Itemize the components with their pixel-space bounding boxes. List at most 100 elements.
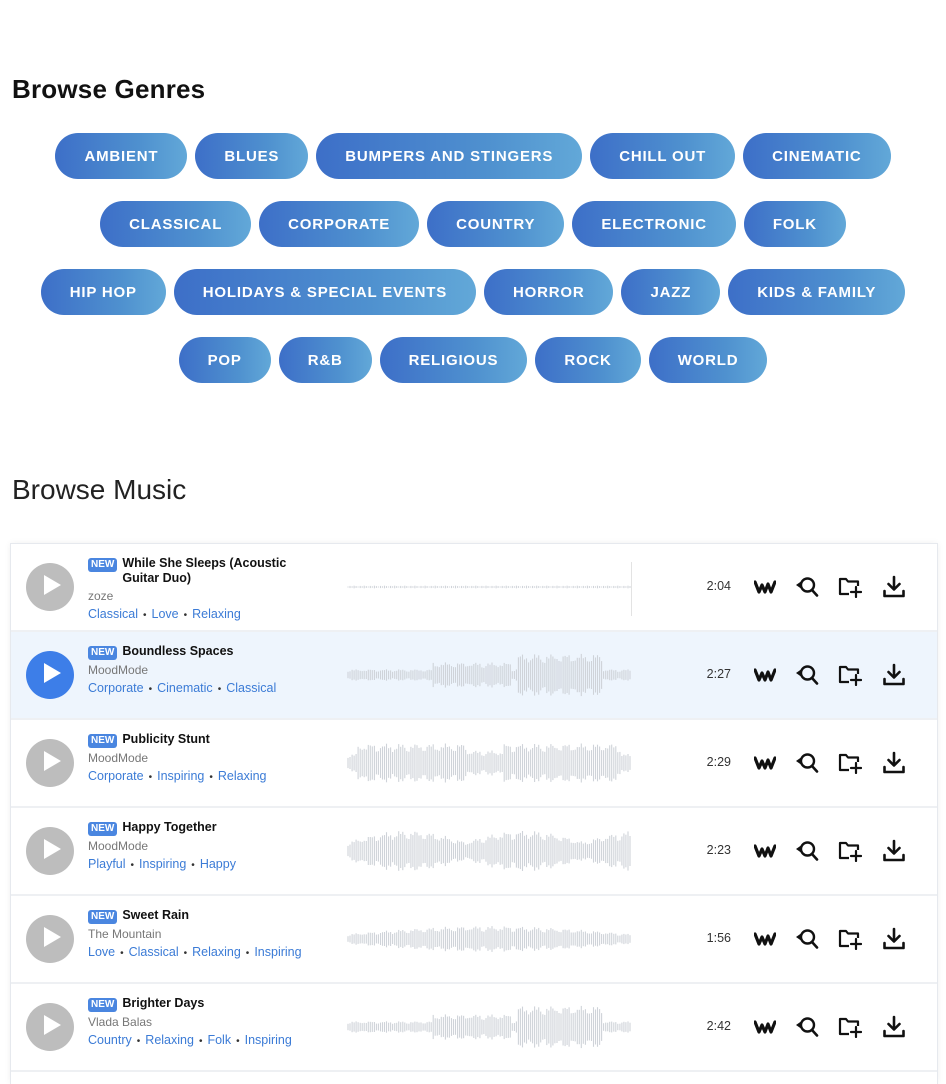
wm-logo-icon[interactable]: [752, 926, 778, 952]
genre-button[interactable]: BLUES: [195, 133, 309, 179]
download-icon[interactable]: [881, 926, 907, 952]
add-to-folder-icon[interactable]: [837, 838, 863, 864]
waveform[interactable]: [346, 1002, 632, 1052]
genre-tag-link[interactable]: Love: [152, 607, 179, 621]
similar-search-icon[interactable]: [794, 838, 820, 864]
download-icon[interactable]: [881, 838, 907, 864]
wm-logo-icon[interactable]: [752, 574, 778, 600]
genre-tag-link[interactable]: Country: [88, 1033, 132, 1047]
play-button[interactable]: [26, 827, 74, 875]
play-icon: [38, 838, 62, 865]
tag-list: Love • Classical • Relaxing • Inspiring: [88, 944, 308, 962]
genre-button[interactable]: COUNTRY: [427, 201, 565, 247]
wm-logo-icon[interactable]: [752, 662, 778, 688]
download-icon[interactable]: [881, 574, 907, 600]
similar-search-icon[interactable]: [794, 574, 820, 600]
artist-name[interactable]: MoodMode: [88, 839, 308, 854]
genre-tag-link[interactable]: Playful: [88, 857, 126, 871]
genre-tag-link[interactable]: Relaxing: [218, 769, 267, 783]
playhead-divider: [631, 562, 632, 616]
artist-name[interactable]: Vlada Balas: [88, 1015, 308, 1030]
download-icon[interactable]: [881, 1014, 907, 1040]
genre-tag-link[interactable]: Classical: [88, 607, 138, 621]
genre-tag-link[interactable]: Inspiring: [157, 769, 204, 783]
artist-name[interactable]: zoze: [88, 589, 308, 604]
track-title[interactable]: Happy Together: [122, 820, 216, 835]
add-to-folder-icon[interactable]: [837, 662, 863, 688]
add-to-folder-icon[interactable]: [837, 750, 863, 776]
track-title[interactable]: While She Sleeps (Acoustic Guitar Duo): [122, 556, 297, 586]
genre-button[interactable]: CINEMATIC: [743, 133, 891, 179]
genre-button[interactable]: BUMPERS AND STINGERS: [316, 133, 583, 179]
genre-button[interactable]: CHILL OUT: [590, 133, 736, 179]
similar-search-icon[interactable]: [794, 750, 820, 776]
genre-button[interactable]: R&B: [278, 337, 372, 383]
add-to-folder-icon[interactable]: [837, 1014, 863, 1040]
similar-search-icon[interactable]: [794, 1014, 820, 1040]
genre-tag-link[interactable]: Cinematic: [157, 681, 213, 695]
add-to-folder-icon[interactable]: [837, 574, 863, 600]
genre-button[interactable]: CLASSICAL: [100, 201, 252, 247]
download-icon[interactable]: [881, 750, 907, 776]
genre-tag-link[interactable]: Folk: [207, 1033, 231, 1047]
track-title[interactable]: Publicity Stunt: [122, 732, 210, 747]
waveform[interactable]: [346, 650, 632, 700]
genre-tag-link[interactable]: Corporate: [88, 681, 144, 695]
genre-button[interactable]: RELIGIOUS: [379, 337, 528, 383]
add-to-folder-icon[interactable]: [837, 926, 863, 952]
genre-button[interactable]: HORROR: [484, 269, 614, 315]
waveform[interactable]: [346, 826, 632, 876]
genre-button[interactable]: POP: [178, 337, 271, 383]
waveform[interactable]: [346, 738, 632, 788]
genre-tag-link[interactable]: Inspiring: [254, 945, 301, 959]
genre-row: AMBIENT BLUES BUMPERS AND STINGERS CHILL OU…: [0, 133, 946, 179]
genre-tag-link[interactable]: Inspiring: [139, 857, 186, 871]
genre-button[interactable]: ELECTRONIC: [572, 201, 736, 247]
genre-button[interactable]: WORLD: [648, 337, 768, 383]
genre-button[interactable]: JAZZ: [621, 269, 721, 315]
play-icon: [38, 574, 62, 601]
artist-name[interactable]: The Mountain: [88, 927, 308, 942]
genre-button[interactable]: HOLIDAYS & SPECIAL EVENTS: [173, 269, 477, 315]
genre-tag-link[interactable]: Happy: [200, 857, 236, 871]
genre-button[interactable]: AMBIENT: [55, 133, 188, 179]
genre-button[interactable]: ROCK: [535, 337, 641, 383]
genre-button[interactable]: KIDS & FAMILY: [728, 269, 906, 315]
download-icon[interactable]: [881, 662, 907, 688]
genre-tag-link[interactable]: Relaxing: [192, 945, 241, 959]
artist-name[interactable]: MoodMode: [88, 663, 308, 678]
wm-logo-icon[interactable]: [752, 750, 778, 776]
artist-name[interactable]: MoodMode: [88, 751, 308, 766]
track-title[interactable]: Sweet Rain: [122, 908, 189, 923]
play-button[interactable]: [26, 651, 74, 699]
browse-genres-title: Browse Genres: [12, 74, 206, 104]
genre-tag-link[interactable]: Classical: [129, 945, 179, 959]
track-duration: 2:29: [706, 755, 731, 769]
play-button[interactable]: [26, 739, 74, 787]
new-badge: NEW: [88, 910, 118, 924]
waveform[interactable]: [346, 914, 632, 964]
genre-tag-link[interactable]: Relaxing: [145, 1033, 194, 1047]
genre-tag-link[interactable]: Classical: [226, 681, 276, 695]
genre-tag-link[interactable]: Inspiring: [245, 1033, 292, 1047]
waveform[interactable]: [346, 562, 632, 612]
tag-separator: •: [148, 684, 153, 695]
track-title[interactable]: Brighter Days: [122, 996, 204, 1011]
genre-tag-link[interactable]: Relaxing: [192, 607, 241, 621]
tag-list: Classical • Love • Relaxing: [88, 606, 308, 624]
genre-button[interactable]: FOLK: [743, 201, 846, 247]
play-button[interactable]: [26, 1003, 74, 1051]
genre-button[interactable]: HIP HOP: [40, 269, 166, 315]
wm-logo-icon[interactable]: [752, 1014, 778, 1040]
play-icon: [38, 926, 62, 953]
genre-tag-link[interactable]: Love: [88, 945, 115, 959]
wm-logo-icon[interactable]: [752, 838, 778, 864]
tag-separator: •: [198, 1036, 203, 1047]
similar-search-icon[interactable]: [794, 662, 820, 688]
track-title[interactable]: Boundless Spaces: [122, 644, 233, 659]
similar-search-icon[interactable]: [794, 926, 820, 952]
play-button[interactable]: [26, 563, 74, 611]
genre-button[interactable]: CORPORATE: [259, 201, 420, 247]
genre-tag-link[interactable]: Corporate: [88, 769, 144, 783]
play-button[interactable]: [26, 915, 74, 963]
